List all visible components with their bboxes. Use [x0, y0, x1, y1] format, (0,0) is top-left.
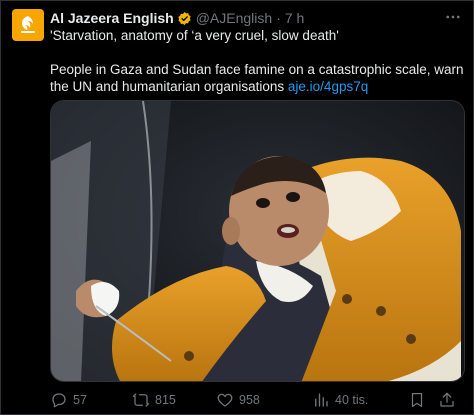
aljazeera-logo-icon [21, 16, 35, 33]
tweet-header: Al Jazeera English @AJEnglish · 7 h [50, 9, 304, 27]
more-icon[interactable] [443, 8, 463, 26]
tweet-time[interactable]: 7 h [285, 10, 304, 26]
bookmark-button[interactable] [408, 391, 438, 409]
verified-badge-icon [177, 11, 192, 26]
like-count: 958 [239, 393, 260, 407]
tweet-card[interactable]: Al Jazeera English @AJEnglish · 7 h 'Sta… [0, 0, 474, 415]
share-button[interactable] [438, 391, 458, 409]
tweet-text: 'Starvation, anatomy of ‘a very cruel, s… [50, 27, 465, 95]
reply-icon [52, 393, 66, 408]
tweet-body-text: People in Gaza and Sudan face famine on … [50, 62, 464, 94]
views-count: 40 tis. [335, 393, 369, 407]
share-icon [440, 392, 454, 407]
views-icon [315, 393, 328, 407]
reply-count: 57 [73, 393, 87, 407]
views-button[interactable]: 40 tis. [312, 391, 408, 409]
avatar[interactable] [12, 9, 44, 41]
like-icon [217, 393, 233, 407]
bookmark-icon [411, 392, 423, 408]
photo-child-in-yellow-cardigan [51, 101, 464, 381]
author-name[interactable]: Al Jazeera English [50, 10, 174, 26]
repost-icon [132, 393, 150, 407]
tweet-link[interactable]: aje.io/4gps7q [288, 79, 368, 94]
reply-button[interactable]: 57 [50, 391, 132, 409]
tweet-body: People in Gaza and Sudan face famine on … [50, 61, 465, 95]
author-handle[interactable]: @AJEnglish [196, 10, 272, 26]
tweet-photo[interactable] [50, 100, 465, 382]
tweet-actions: 57 815 958 40 tis. [50, 389, 468, 411]
like-button[interactable]: 958 [216, 391, 312, 409]
separator: · [276, 10, 281, 26]
repost-button[interactable]: 815 [132, 391, 216, 409]
tweet-headline: 'Starvation, anatomy of ‘a very cruel, s… [50, 28, 339, 43]
repost-count: 815 [155, 393, 176, 407]
